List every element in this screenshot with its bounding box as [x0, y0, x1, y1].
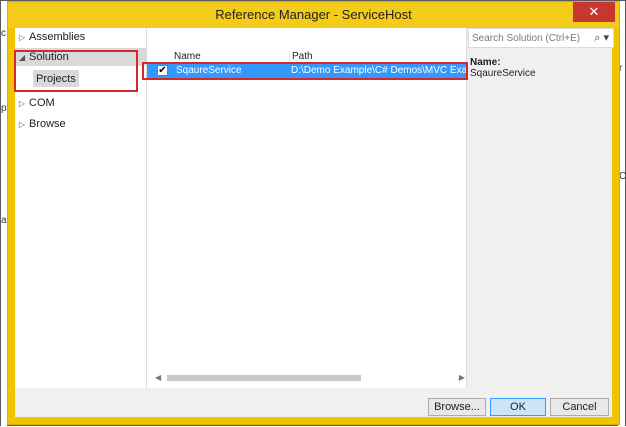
nav-item-label: Solution: [29, 51, 69, 63]
details-name-value: SqaureService: [470, 68, 536, 79]
dialog-title: Reference Manager - ServiceHost: [215, 7, 412, 22]
search-placeholder: Search Solution (Ctrl+E): [472, 33, 581, 44]
title-bar[interactable]: Reference Manager - ServiceHost ✕: [8, 2, 619, 28]
list-header: Name Path: [147, 51, 466, 64]
dialog-client-area: ▷ Assemblies ◢ Solution Projects ▷ COM ▷…: [15, 28, 614, 417]
close-button[interactable]: ✕: [573, 2, 615, 22]
expand-arrow-icon[interactable]: ▷: [15, 120, 29, 129]
scroll-thumb[interactable]: [167, 375, 361, 381]
nav-item-assemblies[interactable]: ▷ Assemblies: [15, 28, 146, 46]
nav-subitem-projects[interactable]: Projects: [33, 70, 79, 87]
row-path: D:\Demo Example\C# Demos\MVC Example: [291, 65, 467, 76]
nav-item-label: Browse: [29, 118, 66, 130]
search-box[interactable]: Search Solution (Ctrl+E) ⌕ ▾: [468, 28, 614, 48]
scroll-left-icon[interactable]: ◀: [155, 373, 161, 382]
horizontal-scrollbar[interactable]: ◀ ▶: [155, 373, 465, 383]
search-icon[interactable]: ⌕ ▾: [594, 31, 609, 45]
collapse-arrow-icon[interactable]: ◢: [15, 53, 29, 62]
ok-button[interactable]: OK: [490, 398, 546, 416]
browse-button[interactable]: Browse...: [428, 398, 486, 416]
background-text: c: [1, 28, 6, 39]
details-panel: Name: SqaureService: [470, 57, 536, 79]
nav-item-solution[interactable]: ◢ Solution: [15, 48, 146, 66]
include-checkbox[interactable]: ✔: [157, 65, 168, 76]
expand-arrow-icon[interactable]: ▷: [15, 33, 29, 42]
column-header-name[interactable]: Name: [174, 51, 201, 62]
background-text: p: [1, 103, 7, 114]
nav-item-browse[interactable]: ▷ Browse: [15, 115, 146, 133]
reference-manager-dialog: Reference Manager - ServiceHost ✕ ▷ Asse…: [7, 1, 620, 425]
list-row-sqaureservice[interactable]: ✔ SqaureService D:\Demo Example\C# Demos…: [147, 64, 467, 78]
nav-item-label: COM: [29, 97, 55, 109]
row-name: SqaureService: [176, 65, 242, 76]
project-list: Name Path ✔ SqaureService D:\Demo Exampl…: [146, 28, 467, 388]
background-text: a: [1, 215, 7, 226]
details-name-label: Name:: [470, 57, 501, 68]
column-header-path[interactable]: Path: [289, 51, 467, 64]
cancel-button[interactable]: Cancel: [550, 398, 609, 416]
expand-arrow-icon[interactable]: ▷: [15, 99, 29, 108]
nav-item-label: Assemblies: [29, 31, 86, 43]
nav-item-com[interactable]: ▷ COM: [15, 94, 146, 112]
screenshot-frame: c a p r C Reference Manager - ServiceHos…: [0, 0, 626, 427]
scroll-right-icon[interactable]: ▶: [459, 373, 465, 382]
category-nav: ▷ Assemblies ◢ Solution Projects ▷ COM ▷…: [15, 28, 146, 388]
close-icon: ✕: [588, 4, 600, 19]
background-text: C: [619, 171, 626, 182]
